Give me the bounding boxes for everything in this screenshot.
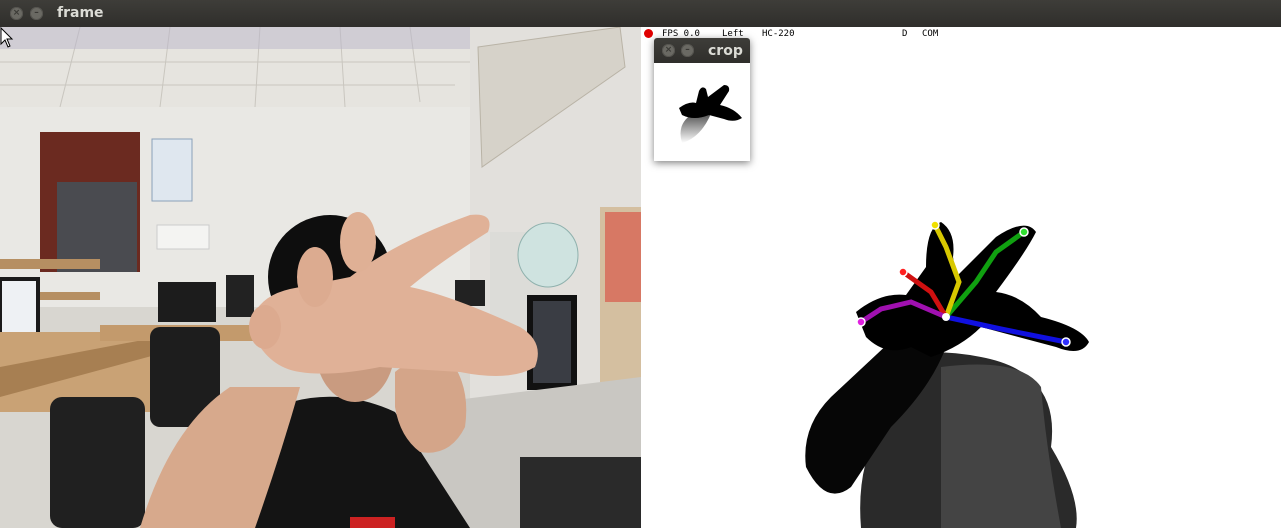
camera-scene — [0, 27, 641, 528]
camera-view — [0, 27, 641, 528]
close-icon[interactable]: × — [10, 7, 23, 20]
tip-thumb — [1061, 337, 1071, 347]
mouse-pointer-icon — [0, 27, 14, 48]
tip-middle — [930, 220, 940, 230]
tip-index — [1019, 227, 1029, 237]
crop-preview — [679, 85, 742, 143]
joint-wrist — [942, 313, 950, 321]
close-icon[interactable]: × — [662, 44, 675, 57]
minimize-icon[interactable]: – — [681, 44, 694, 57]
tip-pinky — [856, 317, 866, 327]
window-titlebar: × – frame — [0, 0, 1281, 28]
window-title: frame — [57, 5, 104, 21]
crop-titlebar[interactable]: × – crop — [654, 38, 750, 63]
tip-ring — [898, 267, 908, 277]
crop-title: crop — [708, 43, 743, 59]
crop-window[interactable]: × – crop — [654, 38, 750, 161]
minimize-icon[interactable]: – — [30, 7, 43, 20]
